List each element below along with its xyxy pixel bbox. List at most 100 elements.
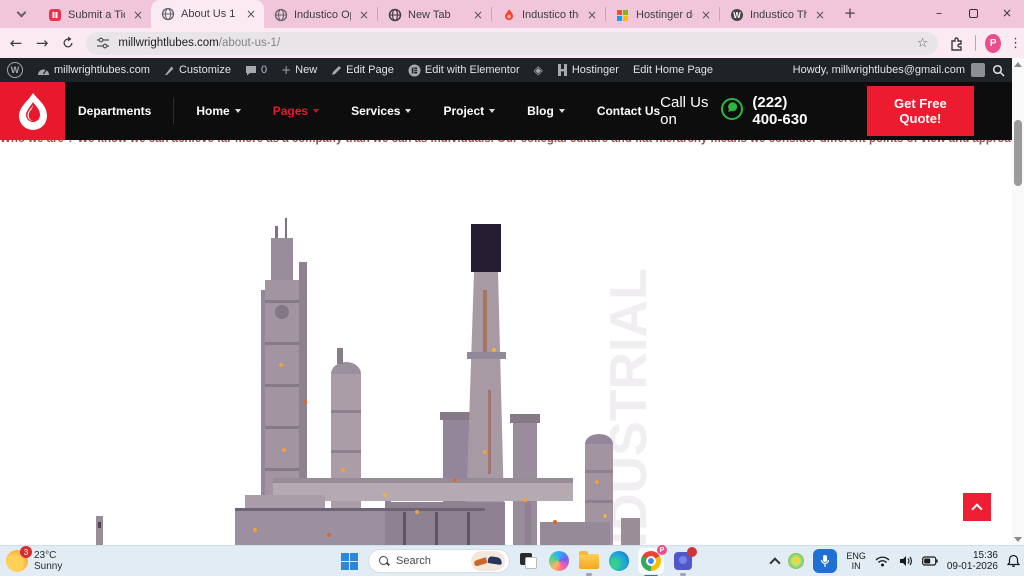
minimize-button[interactable]: – [922, 0, 956, 26]
taskbar-search[interactable]: Search [368, 549, 510, 573]
phone-number[interactable]: (222) 400-630 [752, 94, 820, 128]
site-info-icon[interactable] [96, 36, 110, 50]
close-icon[interactable]: × [699, 8, 713, 22]
close-icon[interactable]: × [585, 8, 599, 22]
admin-edit-page[interactable]: Edit Page [324, 58, 401, 82]
nav-contact-us[interactable]: Contact Us [597, 104, 660, 118]
pencil-icon [331, 65, 342, 76]
url-host: millwrightlubes.com [118, 37, 218, 49]
url-path: /about-us-1/ [219, 37, 280, 49]
browser-tab-ticket[interactable]: Submit a Ticket - #19 × [38, 2, 151, 28]
windows-logo-icon [341, 553, 358, 570]
weather-widget[interactable]: 3 23°C Sunny [6, 550, 62, 572]
browser-tab-industico-options[interactable]: Industico Options ‹ n × [264, 2, 377, 28]
reload-button[interactable] [58, 31, 78, 55]
screen: Submit a Ticket - #19 × About Us 1 – mil… [0, 0, 1024, 576]
tray-chevron-up-icon[interactable] [770, 557, 781, 568]
chevron-down-icon [489, 109, 495, 113]
close-window-button[interactable]: × [990, 0, 1024, 26]
wordpress-logo-icon: W [7, 62, 23, 78]
admin-site-name[interactable]: millwrightlubes.com [30, 58, 157, 82]
admin-new[interactable]: + New [274, 58, 324, 82]
task-view-button[interactable] [518, 550, 540, 572]
wifi-icon[interactable] [875, 555, 890, 567]
comments-count: 0 [261, 64, 267, 76]
browser-tab-about-us[interactable]: About Us 1 – millwrig × [151, 0, 264, 28]
close-icon[interactable]: × [813, 8, 827, 22]
admin-edit-elementor[interactable]: Edit with Elementor [401, 58, 527, 82]
site-header: Departments Home Pages Services Project … [0, 82, 1012, 140]
nav-services[interactable]: Services [351, 104, 411, 118]
diamond-icon: ◈ [534, 63, 543, 77]
nav-label: Departments [78, 104, 151, 118]
nav-label: Blog [527, 104, 554, 118]
site-logo[interactable] [0, 82, 65, 140]
admin-hostinger[interactable]: Hostinger [550, 58, 626, 82]
maximize-button[interactable] [956, 0, 990, 26]
teams-notification-badge [687, 547, 697, 557]
clock-widget[interactable]: 15:36 09-01-2026 [947, 550, 998, 572]
admin-diamond[interactable]: ◈ [527, 58, 550, 82]
microphone-button[interactable] [813, 549, 837, 573]
browser-tab-theme-doc[interactable]: Industico theme doc × [492, 2, 605, 28]
maximize-icon [969, 9, 978, 18]
teams-button[interactable] [672, 550, 694, 572]
battery-icon[interactable] [922, 556, 938, 566]
start-button[interactable] [338, 550, 360, 572]
admin-customize[interactable]: Customize [157, 58, 238, 82]
close-icon[interactable]: × [244, 7, 258, 21]
back-button[interactable]: ← [6, 31, 26, 55]
triangle-up-icon [1014, 62, 1022, 67]
elementor-icon [408, 64, 421, 77]
admin-edit-home-page[interactable]: Edit Home Page [626, 58, 720, 82]
copilot-button[interactable] [548, 550, 570, 572]
nav-label: Services [351, 104, 400, 118]
close-icon[interactable]: × [471, 8, 485, 22]
main-nav: Departments Home Pages Services Project … [78, 98, 660, 124]
get-free-quote-button[interactable]: Get Free Quote! [867, 86, 974, 136]
chrome-button[interactable]: P [638, 548, 664, 574]
page-scrollbar[interactable] [1012, 58, 1024, 545]
bookmark-star-icon[interactable]: ☆ [917, 36, 929, 51]
tab-title: Hostinger details [636, 9, 693, 21]
scrollbar-thumb[interactable] [1014, 120, 1022, 186]
nav-project[interactable]: Project [443, 104, 495, 118]
new-tab-button[interactable]: + [839, 2, 861, 24]
scrollbar-down-arrow[interactable] [1012, 533, 1024, 545]
ticket-icon [47, 8, 62, 23]
edge-button[interactable] [608, 550, 630, 572]
scrollbar-up-arrow[interactable] [1012, 58, 1024, 70]
file-explorer-button[interactable] [578, 550, 600, 572]
extensions-icon[interactable] [946, 31, 966, 55]
language-indicator[interactable]: ENG IN [846, 551, 866, 571]
admin-search[interactable] [985, 58, 1012, 82]
weather-badge: 3 [20, 546, 32, 558]
antivirus-tray-icon[interactable] [788, 553, 804, 569]
reload-icon [61, 36, 75, 50]
tab-search-button[interactable] [8, 4, 34, 24]
address-bar[interactable]: millwrightlubes.com/about-us-1/ ☆ [86, 32, 938, 55]
nav-departments[interactable]: Departments [78, 104, 151, 118]
nav-label: Home [196, 104, 229, 118]
browser-tab-theme-plugin[interactable]: W Industico Theme Plu × [720, 2, 833, 28]
scroll-to-top-button[interactable] [963, 493, 991, 521]
close-icon[interactable]: × [131, 8, 145, 22]
close-icon[interactable]: × [357, 8, 371, 22]
nav-blog[interactable]: Blog [527, 104, 565, 118]
profile-avatar[interactable]: P [985, 34, 1001, 53]
nav-pages[interactable]: Pages [273, 104, 319, 118]
globe-icon [160, 7, 175, 22]
howdy-account[interactable]: Howdy, millwrightlubes@gmail.com [793, 64, 965, 76]
notification-bell-icon[interactable] [1007, 554, 1020, 568]
nav-home[interactable]: Home [196, 104, 240, 118]
browser-tab-new-tab[interactable]: New Tab × [378, 2, 491, 28]
browser-tab-hostinger[interactable]: Hostinger details × [606, 2, 719, 28]
wp-logo-menu[interactable]: W [0, 58, 30, 82]
weather-desc: Sunny [34, 561, 62, 572]
browser-menu-icon[interactable]: ⋮ [1007, 33, 1024, 53]
folder-icon [579, 554, 599, 569]
forward-button[interactable]: → [32, 31, 52, 55]
volume-icon[interactable] [899, 555, 913, 567]
admin-comments[interactable]: 0 [238, 58, 274, 82]
lang-line1: ENG [846, 551, 866, 561]
